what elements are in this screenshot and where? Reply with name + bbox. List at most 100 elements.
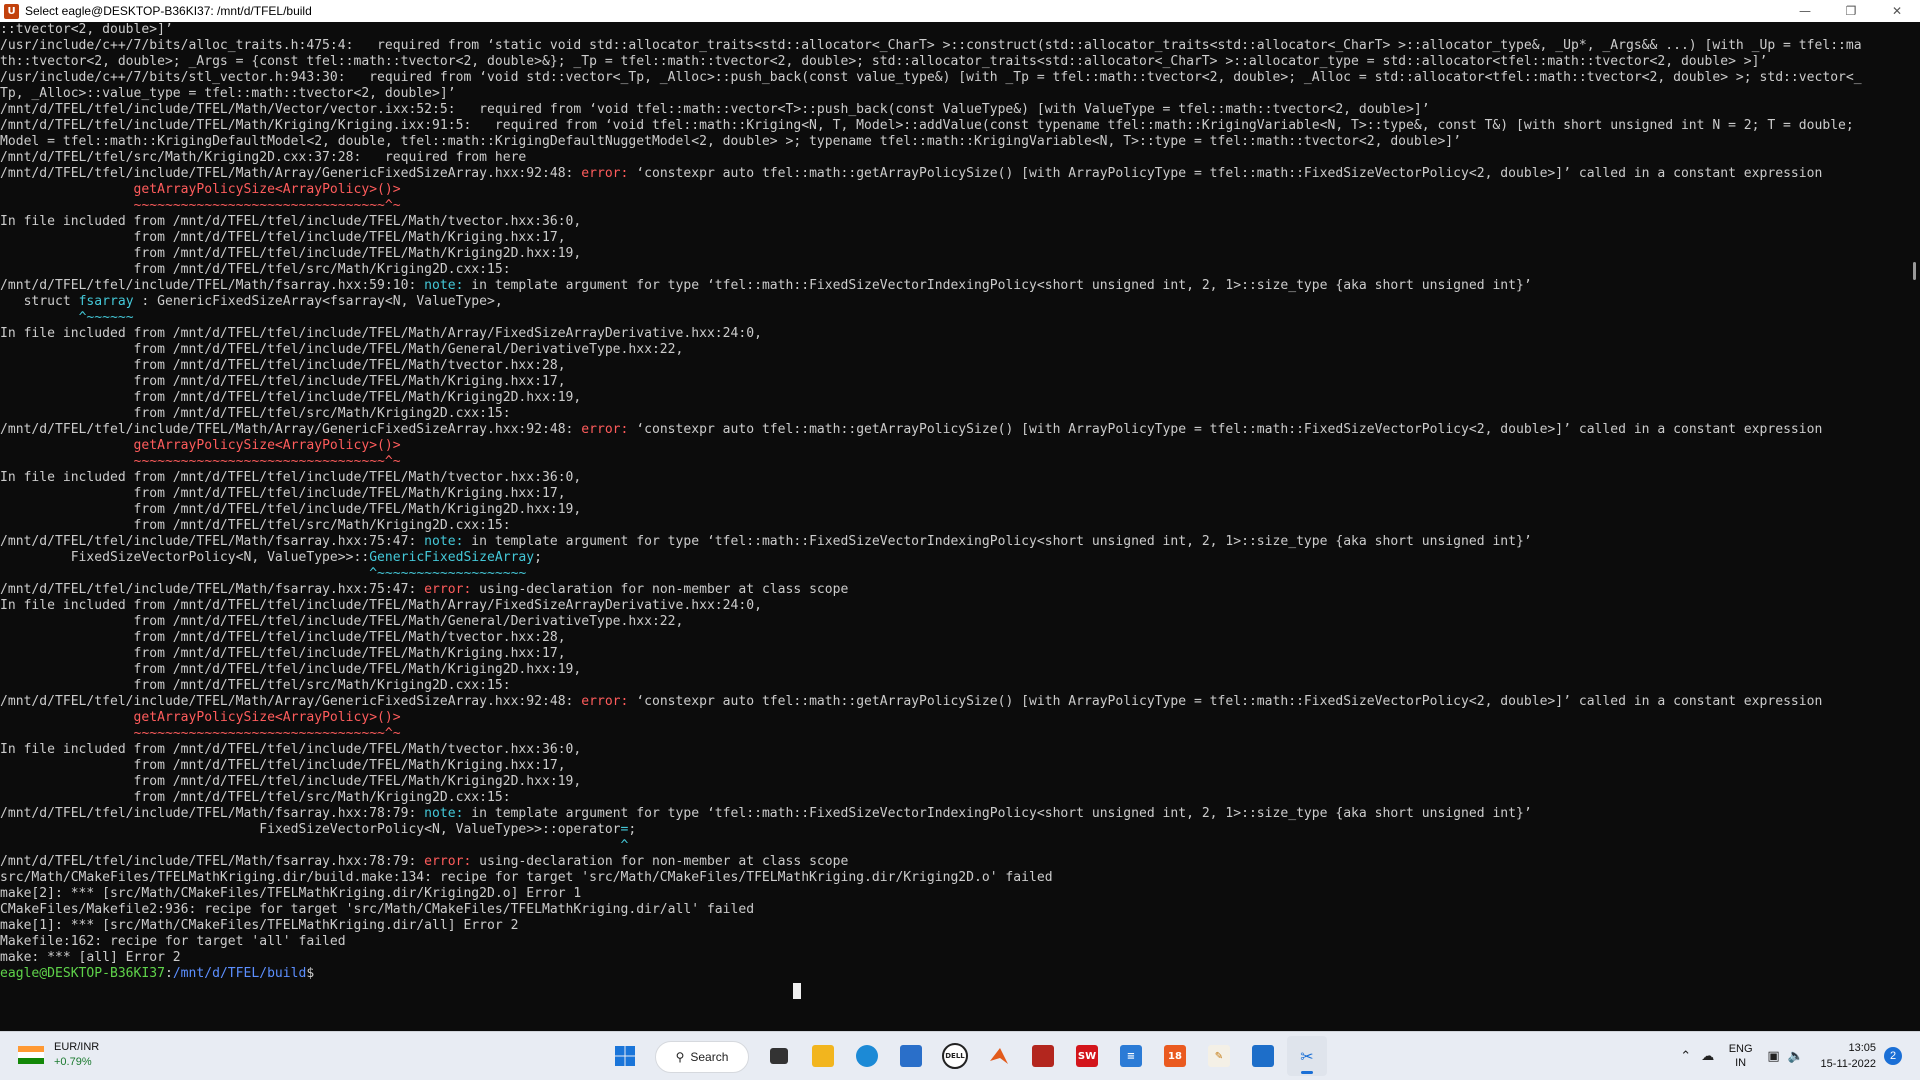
- store-button[interactable]: [891, 1036, 931, 1076]
- terminal-line: /mnt/d/TFEL/tfel/include/TFEL/Math/fsarr…: [0, 854, 1906, 870]
- terminal-line: from /mnt/d/TFEL/tfel/src/Math/Kriging2D…: [0, 262, 1906, 278]
- minimize-button[interactable]: —: [1782, 0, 1828, 22]
- terminal-line: getArrayPolicySize<ArrayPolicy>()>: [0, 710, 1906, 726]
- terminal-line: In file included from /mnt/d/TFEL/tfel/i…: [0, 742, 1906, 758]
- store-icon: [900, 1045, 922, 1067]
- terminal-line: from /mnt/d/TFEL/tfel/include/TFEL/Math/…: [0, 230, 1906, 246]
- terminal-text: eagle@DESKTOP-B36KI37: [0, 966, 165, 981]
- terminal-text: In file included from /mnt/d/TFEL/tfel/i…: [0, 598, 762, 613]
- terminal-text: /mnt/d/TFEL/tfel/include/TFEL/Math/fsarr…: [0, 854, 425, 869]
- terminal-output[interactable]: ::tvector<2, double>]’/usr/include/c++/7…: [0, 22, 1906, 1032]
- terminal-line: struct fsarray : GenericFixedSizeArray<f…: [0, 294, 1906, 310]
- paint-button[interactable]: ✎: [1199, 1036, 1239, 1076]
- clock[interactable]: 13:05 15-11-2022: [1821, 1040, 1876, 1072]
- restore-button[interactable]: ❐: [1828, 0, 1874, 22]
- scrollbar[interactable]: [1906, 22, 1920, 1032]
- language-indicator[interactable]: ENG IN: [1729, 1042, 1753, 1070]
- title-bar[interactable]: U Select eagle@DESKTOP-B36KI37: /mnt/d/T…: [0, 0, 1920, 22]
- close-button[interactable]: ✕: [1874, 0, 1920, 22]
- lang-line-2: IN: [1735, 1057, 1747, 1069]
- terminal-line: from /mnt/d/TFEL/tfel/include/TFEL/Math/…: [0, 662, 1906, 678]
- scrollbar-thumb[interactable]: [1913, 262, 1916, 280]
- notification-badge[interactable]: 2: [1884, 1047, 1902, 1065]
- terminal-text: /mnt/d/TFEL/tfel/include/TFEL/Math/Array…: [0, 166, 582, 181]
- terminal-text: from /mnt/d/TFEL/tfel/include/TFEL/Math/…: [0, 246, 582, 261]
- cube-icon: [1032, 1045, 1054, 1067]
- app-icon: 18: [1164, 1045, 1186, 1067]
- terminal-text: from /mnt/d/TFEL/tfel/src/Math/Kriging2D…: [0, 790, 511, 805]
- terminal-text: error:: [424, 854, 472, 869]
- india-flag-icon: [18, 1046, 44, 1064]
- terminal-text: from /mnt/d/TFEL/tfel/include/TFEL/Math/…: [0, 662, 582, 677]
- terminal-line: Tp, _Alloc>::value_type = tfel::math::tv…: [0, 86, 1906, 102]
- terminal-line: /mnt/d/TFEL/tfel/include/TFEL/Math/Krigi…: [0, 118, 1906, 134]
- terminal-text: Model = tfel::math::KrigingDefaultModel<…: [0, 134, 1462, 149]
- task-view-button[interactable]: [759, 1036, 799, 1076]
- terminal-text: /mnt/d/TFEL/tfel/include/TFEL/Math/fsarr…: [0, 806, 425, 821]
- terminal-line: ^~~~~~~: [0, 310, 1906, 326]
- terminal-text: /mnt/d/TFEL/tfel/src/Math/Kriging2D.cxx:…: [0, 150, 527, 165]
- snip-icon: ✂: [1300, 1046, 1314, 1066]
- window-button[interactable]: [1243, 1036, 1283, 1076]
- terminal-line: /mnt/d/TFEL/tfel/include/TFEL/Math/fsarr…: [0, 278, 1906, 294]
- edge-button[interactable]: [847, 1036, 887, 1076]
- terminal-text: ^~~~~~~: [78, 310, 134, 325]
- terminal-line: th::tvector<2, double>; _Args = {const t…: [0, 54, 1906, 70]
- terminal-line: In file included from /mnt/d/TFEL/tfel/i…: [0, 598, 1906, 614]
- terminal-text: in template argument for type ‘tfel::mat…: [463, 534, 1532, 549]
- start-button[interactable]: [605, 1036, 645, 1076]
- terminal-text: note:: [424, 278, 464, 293]
- matlab-button[interactable]: [979, 1036, 1019, 1076]
- terminal-text: ~~~~~~~~~~~~~~~~~~~~~~~~~~~~~~~~^~: [133, 198, 401, 213]
- app-button[interactable]: 18: [1155, 1036, 1195, 1076]
- terminal-line: In file included from /mnt/d/TFEL/tfel/i…: [0, 470, 1906, 486]
- widgets-button[interactable]: EUR/INR +0.79%: [18, 1040, 99, 1070]
- volume-icon[interactable]: 🔈: [1785, 1049, 1807, 1064]
- dell-icon: DELL: [942, 1043, 968, 1069]
- terminal-line: Model = tfel::math::KrigingDefaultModel<…: [0, 134, 1906, 150]
- notepad-button[interactable]: ≡: [1111, 1036, 1151, 1076]
- terminal-text: getArrayPolicySize<ArrayPolicy>()>: [133, 182, 401, 197]
- terminal-line: from /mnt/d/TFEL/tfel/include/TFEL/Math/…: [0, 614, 1906, 630]
- terminal-line: In file included from /mnt/d/TFEL/tfel/i…: [0, 214, 1906, 230]
- file-explorer-button[interactable]: [803, 1036, 843, 1076]
- terminal-text: fsarray: [78, 294, 134, 309]
- terminal-line: from /mnt/d/TFEL/tfel/include/TFEL/Math/…: [0, 646, 1906, 662]
- search-button[interactable]: ⚲ Search: [655, 1041, 749, 1073]
- abaqus-button[interactable]: [1023, 1036, 1063, 1076]
- solidworks-button[interactable]: SW: [1067, 1036, 1107, 1076]
- chevron-up-icon[interactable]: ⌃: [1675, 1049, 1697, 1064]
- onedrive-icon[interactable]: ☁: [1697, 1049, 1719, 1064]
- terminal-line: Makefile:162: recipe for target 'all' fa…: [0, 934, 1906, 950]
- terminal-text: make[1]: *** [src/Math/CMakeFiles/TFELMa…: [0, 918, 519, 933]
- terminal-line: from /mnt/d/TFEL/tfel/include/TFEL/Math/…: [0, 486, 1906, 502]
- task-view-icon: [770, 1048, 788, 1064]
- terminal-text: /mnt/d/TFEL/tfel/include/TFEL/Math/fsarr…: [0, 534, 425, 549]
- ubuntu-terminal-icon: U: [4, 3, 19, 19]
- terminal-line: from /mnt/d/TFEL/tfel/src/Math/Kriging2D…: [0, 790, 1906, 806]
- terminal-text: : GenericFixedSizeArray<fsarray<N, Value…: [133, 294, 503, 309]
- window-icon: [1252, 1045, 1274, 1067]
- terminal-text: FixedSizeVectorPolicy<N, ValueType>>::: [0, 550, 370, 565]
- snip-button[interactable]: ✂: [1287, 1036, 1327, 1076]
- terminal-text: struct: [0, 294, 79, 309]
- terminal-text: error:: [581, 166, 629, 181]
- terminal-text: getArrayPolicySize<ArrayPolicy>()>: [133, 438, 401, 453]
- terminal-text: from /mnt/d/TFEL/tfel/include/TFEL/Math/…: [0, 774, 582, 789]
- terminal-text: from /mnt/d/TFEL/tfel/include/TFEL/Math/…: [0, 614, 684, 629]
- terminal-text: ~~~~~~~~~~~~~~~~~~~~~~~~~~~~~~~~^~: [133, 454, 401, 469]
- terminal-text: GenericFixedSizeArray: [369, 550, 535, 565]
- minimize-icon: —: [1799, 4, 1811, 18]
- network-icon[interactable]: ▣: [1763, 1049, 1785, 1064]
- terminal-text: ^: [620, 838, 629, 853]
- terminal-line: from /mnt/d/TFEL/tfel/include/TFEL/Math/…: [0, 342, 1906, 358]
- dell-button[interactable]: DELL: [935, 1036, 975, 1076]
- terminal-line: ~~~~~~~~~~~~~~~~~~~~~~~~~~~~~~~~^~: [0, 726, 1906, 742]
- terminal-text: /mnt/d/TFEL/tfel/include/TFEL/Math/fsarr…: [0, 582, 425, 597]
- terminal-text: ;: [628, 822, 637, 837]
- terminal-text: /usr/include/c++/7/bits/stl_vector.h:943…: [0, 70, 1862, 85]
- terminal-line: make[1]: *** [src/Math/CMakeFiles/TFELMa…: [0, 918, 1906, 934]
- terminal-line: from /mnt/d/TFEL/tfel/include/TFEL/Math/…: [0, 358, 1906, 374]
